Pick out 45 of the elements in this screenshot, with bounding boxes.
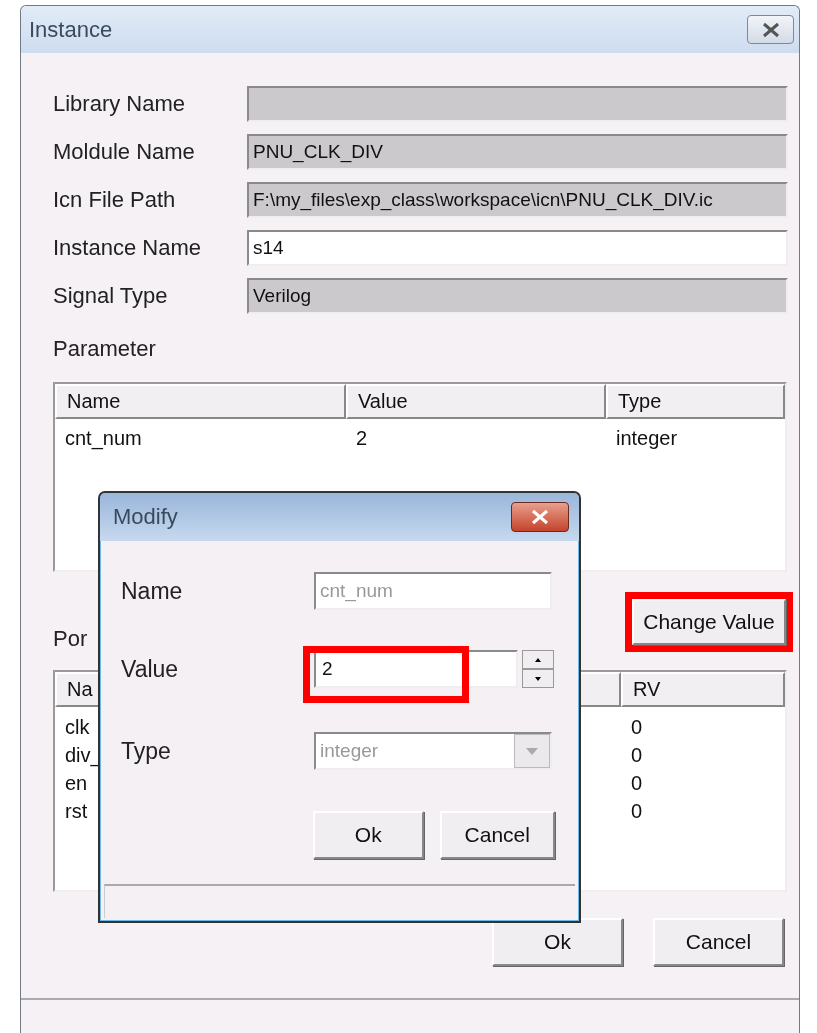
cancel-button[interactable]: Cancel xyxy=(439,811,555,859)
up-arrow-icon xyxy=(535,657,541,662)
section-label: Por xyxy=(53,626,88,652)
section-label: Parameter xyxy=(53,336,157,362)
column-header[interactable]: Value xyxy=(346,384,606,419)
down-arrow-icon xyxy=(535,676,541,681)
dialog-title: Modify xyxy=(113,504,178,530)
field-label: Library Name xyxy=(53,91,187,117)
column-header[interactable]: RV xyxy=(621,672,785,707)
close-button[interactable] xyxy=(511,502,569,532)
field-label: Name xyxy=(121,577,184,605)
table-cell-text: cnt_num xyxy=(64,426,143,450)
window-title: Instance xyxy=(29,16,113,43)
table-cell-text: 0 xyxy=(630,715,644,739)
field-label: Value xyxy=(121,655,180,683)
dropdown-arrow-icon xyxy=(526,747,538,755)
text-field[interactable] xyxy=(247,86,788,122)
table-cell-text: 2 xyxy=(355,426,369,450)
text-field[interactable]: Verilog xyxy=(247,278,788,314)
table-cell-text: div_ xyxy=(64,743,103,767)
table-cell-text: 0 xyxy=(630,771,644,795)
table-cell-text: integer xyxy=(615,426,679,450)
field-label: Instance Name xyxy=(53,235,202,261)
close-icon xyxy=(760,21,781,38)
column-header[interactable]: Type xyxy=(606,384,785,419)
change-value-button[interactable]: Change Value xyxy=(632,599,786,645)
table-cell-text: clk xyxy=(64,715,91,739)
table-cell-text: 0 xyxy=(630,743,644,767)
spin-buttons[interactable] xyxy=(522,650,554,688)
field-label: Moldule Name xyxy=(53,139,196,165)
cancel-button[interactable]: Cancel xyxy=(653,918,784,966)
text-field[interactable]: s14 xyxy=(247,230,788,266)
field-label: Icn File Path xyxy=(53,187,177,213)
ok-button[interactable]: Ok xyxy=(313,811,424,859)
field-label: Signal Type xyxy=(53,283,169,309)
close-icon xyxy=(530,509,550,525)
text-field[interactable]: PNU_CLK_DIV xyxy=(247,134,788,170)
ok-button[interactable]: Ok xyxy=(492,918,623,966)
table-cell-text: en xyxy=(64,771,89,795)
table-cell-text: 0 xyxy=(630,799,644,823)
text-field[interactable]: F:\my_files\exp_class\workspace\icn\PNU_CLK_DIV.ic xyxy=(247,182,788,218)
column-header[interactable]: Name xyxy=(55,384,346,419)
table-cell-text: rst xyxy=(64,799,89,823)
field-label: Type xyxy=(121,737,172,765)
close-button[interactable] xyxy=(747,15,794,44)
